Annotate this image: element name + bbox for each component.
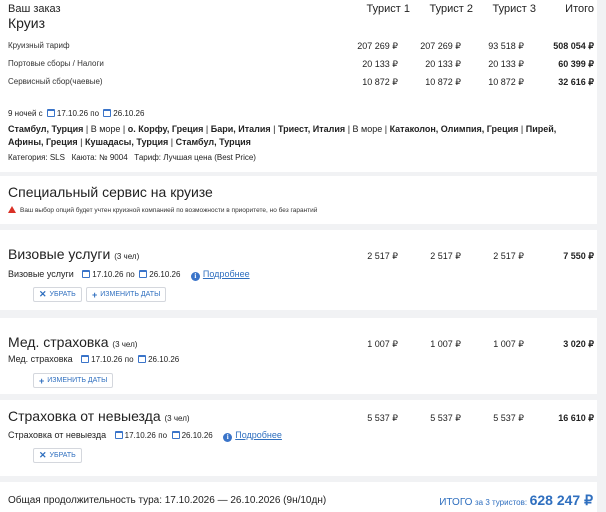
med-change-dates-button[interactable]: + ИЗМЕНИТЬ ДАТЫ — [33, 373, 114, 388]
route-separator: | В море | — [345, 124, 390, 134]
cancel-price-tourist-1: 5 537 ₽ — [367, 413, 398, 423]
cancel-price-tourist-2: 5 537 ₽ — [430, 413, 461, 423]
cancel-price-total: 16 610 ₽ — [558, 413, 594, 423]
col-header-tourist-3: Турист 3 — [492, 3, 536, 15]
col-header-tourist-2: Турист 2 — [429, 3, 473, 15]
info-icon: i — [190, 272, 200, 281]
calendar-icon — [114, 431, 123, 439]
cruise-dates: 9 ночей с 17.10.26 по 26.10.26 — [8, 109, 145, 118]
visa-title: Визовые услуги (3 чел) — [8, 246, 140, 262]
med-price-tourist-2: 1 007 ₽ — [430, 339, 461, 349]
special-service-warning: Ваш выбор опций будет учтен круизной ком… — [8, 206, 317, 214]
grand-total-value: 628 247 ₽ — [529, 492, 593, 508]
calendar-icon — [138, 355, 147, 363]
info-icon: i — [223, 433, 233, 442]
visa-price-tourist-2: 2 517 ₽ — [430, 251, 461, 261]
route-separator: | — [203, 124, 211, 134]
close-icon: ✕ — [39, 450, 47, 460]
cancel-remove-button[interactable]: ✕ УБРАТЬ — [33, 448, 82, 463]
route-port: Бари, Италия — [210, 124, 271, 134]
route-port: Стамбул, Турция — [8, 124, 84, 134]
route-line-1: Стамбул, Турция | В море | о. Корфу, Гре… — [8, 124, 556, 134]
med-detail-row: Мед. страховка 17.10.26 по 26.10.26 — [8, 354, 180, 364]
med-price-total: 3 020 ₽ — [563, 339, 594, 349]
plus-icon: + — [92, 289, 98, 300]
close-icon: ✕ — [39, 289, 47, 299]
calendar-icon — [81, 355, 90, 363]
visa-card: Визовые услуги (3 чел) 2 517 ₽ 2 517 ₽ 2… — [0, 230, 597, 310]
visa-price-tourist-1: 2 517 ₽ — [367, 251, 398, 261]
visa-more-link[interactable]: Подробнее — [203, 269, 250, 279]
route-port: Катаколон, Олимпия, Греция — [389, 124, 519, 134]
med-price-tourist-3: 1 007 ₽ — [493, 339, 524, 349]
visa-detail-row: Визовые услуги 17.10.26 по 26.10.26 i Под… — [8, 269, 250, 281]
order-header: Ваш заказ — [8, 3, 61, 15]
route-separator: | В море | — [83, 124, 128, 134]
route-separator: | — [168, 137, 176, 147]
col-header-tourist-1: Турист 1 — [366, 3, 410, 15]
col-header-total: Итого — [565, 3, 594, 15]
order-title: Круиз — [8, 15, 46, 31]
tour-duration: Общая продолжительность тура: 17.10.2026… — [8, 495, 327, 506]
route-port: Стамбул, Турция — [175, 137, 251, 147]
cancel-more-link[interactable]: Подробнее — [235, 430, 282, 440]
grand-total: ИТОГО за 3 туристов: 628 247 ₽ — [439, 492, 593, 508]
route-port: Пирей, — [525, 124, 557, 134]
cancel-insurance-title: Страховка от невыезда (3 чел) — [8, 408, 190, 424]
cancel-insurance-card: Страховка от невыезда (3 чел) 5 537 ₽ 5 … — [0, 400, 597, 476]
med-price-tourist-1: 1 007 ₽ — [367, 339, 398, 349]
special-service-title: Специальный сервис на круизе — [8, 184, 213, 200]
route-separator: | — [518, 124, 526, 134]
warning-icon — [8, 206, 16, 213]
cancel-detail-row: Страховка от невыезда 17.10.26 по 26.10.… — [8, 430, 282, 442]
med-insurance-card: Мед. страховка (3 чел) 1 007 ₽ 1 007 ₽ 1… — [0, 318, 597, 394]
route-port: Афины, Греция — [8, 137, 78, 147]
plus-icon: + — [39, 375, 45, 386]
cancel-price-tourist-3: 5 537 ₽ — [493, 413, 524, 423]
cabin-category: Категория: SLS Каюта: № 9004 Тариф: Лучш… — [8, 153, 256, 162]
tour-summary-footer: Общая продолжительность тура: 17.10.2026… — [0, 482, 597, 512]
route-separator: | — [77, 137, 85, 147]
route-separator: | — [270, 124, 278, 134]
visa-change-dates-button[interactable]: + ИЗМЕНИТЬ ДАТЫ — [86, 287, 167, 302]
route-port: о. Корфу, Греция — [127, 124, 204, 134]
route-line-2: Афины, Греция | Кушадасы, Турция | Стамб… — [8, 137, 251, 147]
order-card: Ваш заказ Круиз Турист 1 Турист 2 Турист… — [0, 0, 597, 172]
visa-price-total: 7 550 ₽ — [563, 251, 594, 261]
route-port: Кушадасы, Турция — [84, 137, 169, 147]
special-service-card: Специальный сервис на круизе Ваш выбор о… — [0, 176, 597, 224]
calendar-icon — [139, 270, 148, 278]
route-port: Триест, Италия — [277, 124, 346, 134]
calendar-icon — [171, 431, 180, 439]
visa-remove-button[interactable]: ✕ УБРАТЬ — [33, 287, 82, 302]
calendar-icon — [82, 270, 91, 278]
calendar-icon — [46, 109, 55, 117]
med-insurance-title: Мед. страховка (3 чел) — [8, 334, 138, 350]
calendar-icon — [103, 109, 112, 117]
visa-price-tourist-3: 2 517 ₽ — [493, 251, 524, 261]
